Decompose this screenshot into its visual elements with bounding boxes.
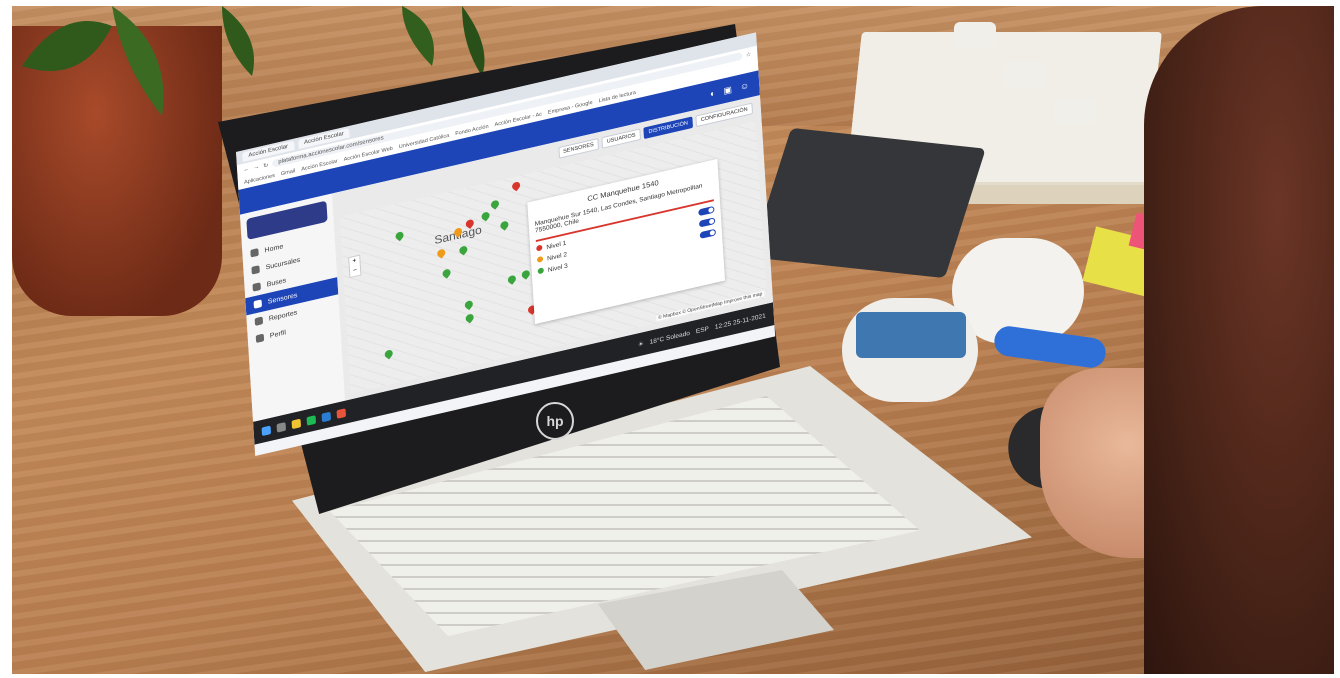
tab-sensores[interactable]: SENSORES [557,138,600,159]
map-pin-orange[interactable] [435,247,447,259]
tab-distribucion[interactable]: DISTRIBUCIÓN [643,116,694,140]
map-pin-green[interactable] [498,219,511,231]
sidebar-item-label: Perfil [269,328,287,340]
sidebar-item-label: Home [264,242,284,254]
sidebar: Home Sucursales Buses Sensores Reportes … [239,193,346,422]
map-pin-green[interactable] [506,274,518,285]
windows-start-icon[interactable] [261,425,272,436]
cactus-1 [954,22,996,48]
map-pin-green[interactable] [520,268,532,280]
theme-icon[interactable]: ◐ [710,88,716,99]
map-pin-green[interactable] [463,299,475,311]
sidebar-item-label: Sensores [267,291,298,306]
weather-icon: ☀ [637,340,644,349]
bus-icon [252,282,261,292]
map-pin-green[interactable] [479,210,492,222]
legend-label: Nivel 1 [546,239,567,252]
map-pin-green[interactable] [489,198,501,210]
tab-usuarios[interactable]: USUARIOS [601,128,641,149]
legend-toggle[interactable] [698,205,715,216]
weather-status[interactable]: 18°C Soleado [649,330,690,346]
map-pin-green[interactable] [440,267,453,279]
person-hair [1144,6,1334,674]
sidebar-item-label: Buses [266,276,287,289]
clock[interactable]: 12:25 25-11-2021 [715,312,766,330]
sensor-icon [253,299,263,309]
back-icon[interactable]: ← [243,166,249,173]
star-icon[interactable]: ☆ [746,50,752,58]
cactus-2 [1004,62,1046,88]
search-icon[interactable] [276,421,287,433]
circuit-board [856,312,966,358]
word-icon[interactable] [321,411,332,422]
chrome-icon[interactable] [336,407,347,419]
legend-toggle[interactable] [698,216,716,228]
user-icon[interactable]: ☺ [740,80,750,92]
cactus-3 [1054,98,1096,124]
map-pin-green[interactable] [383,348,395,360]
legend-toggle[interactable] [699,228,717,239]
language-indicator[interactable]: ESP [696,325,709,335]
legend-label: Nivel 3 [547,262,568,274]
map-pin-red[interactable] [510,180,522,192]
home-icon [250,248,259,258]
building-icon [251,265,260,275]
bookmark[interactable]: Gmail [281,168,296,177]
hp-logo: hp [536,402,574,440]
save-icon[interactable]: ▣ [723,84,732,96]
gear-icon [255,333,265,344]
sensor-popup: CC Manquehue 1540 Manquehue Sur 1540, La… [527,158,725,325]
spotify-icon[interactable] [306,414,317,426]
forward-icon[interactable]: → [253,164,259,171]
zoom-control[interactable]: + − [348,254,362,279]
map-pin-green[interactable] [457,244,470,256]
spiral-notebook [750,127,986,279]
sidebar-item-label: Reportes [268,309,298,323]
folder-icon[interactable] [291,418,302,429]
map-pin-green[interactable] [464,312,476,324]
zoom-out-button[interactable]: − [350,265,361,277]
map-pin-green[interactable] [393,230,406,242]
report-icon [254,316,264,326]
reload-icon[interactable]: ↻ [263,161,268,169]
legend-label: Nivel 2 [546,251,568,263]
